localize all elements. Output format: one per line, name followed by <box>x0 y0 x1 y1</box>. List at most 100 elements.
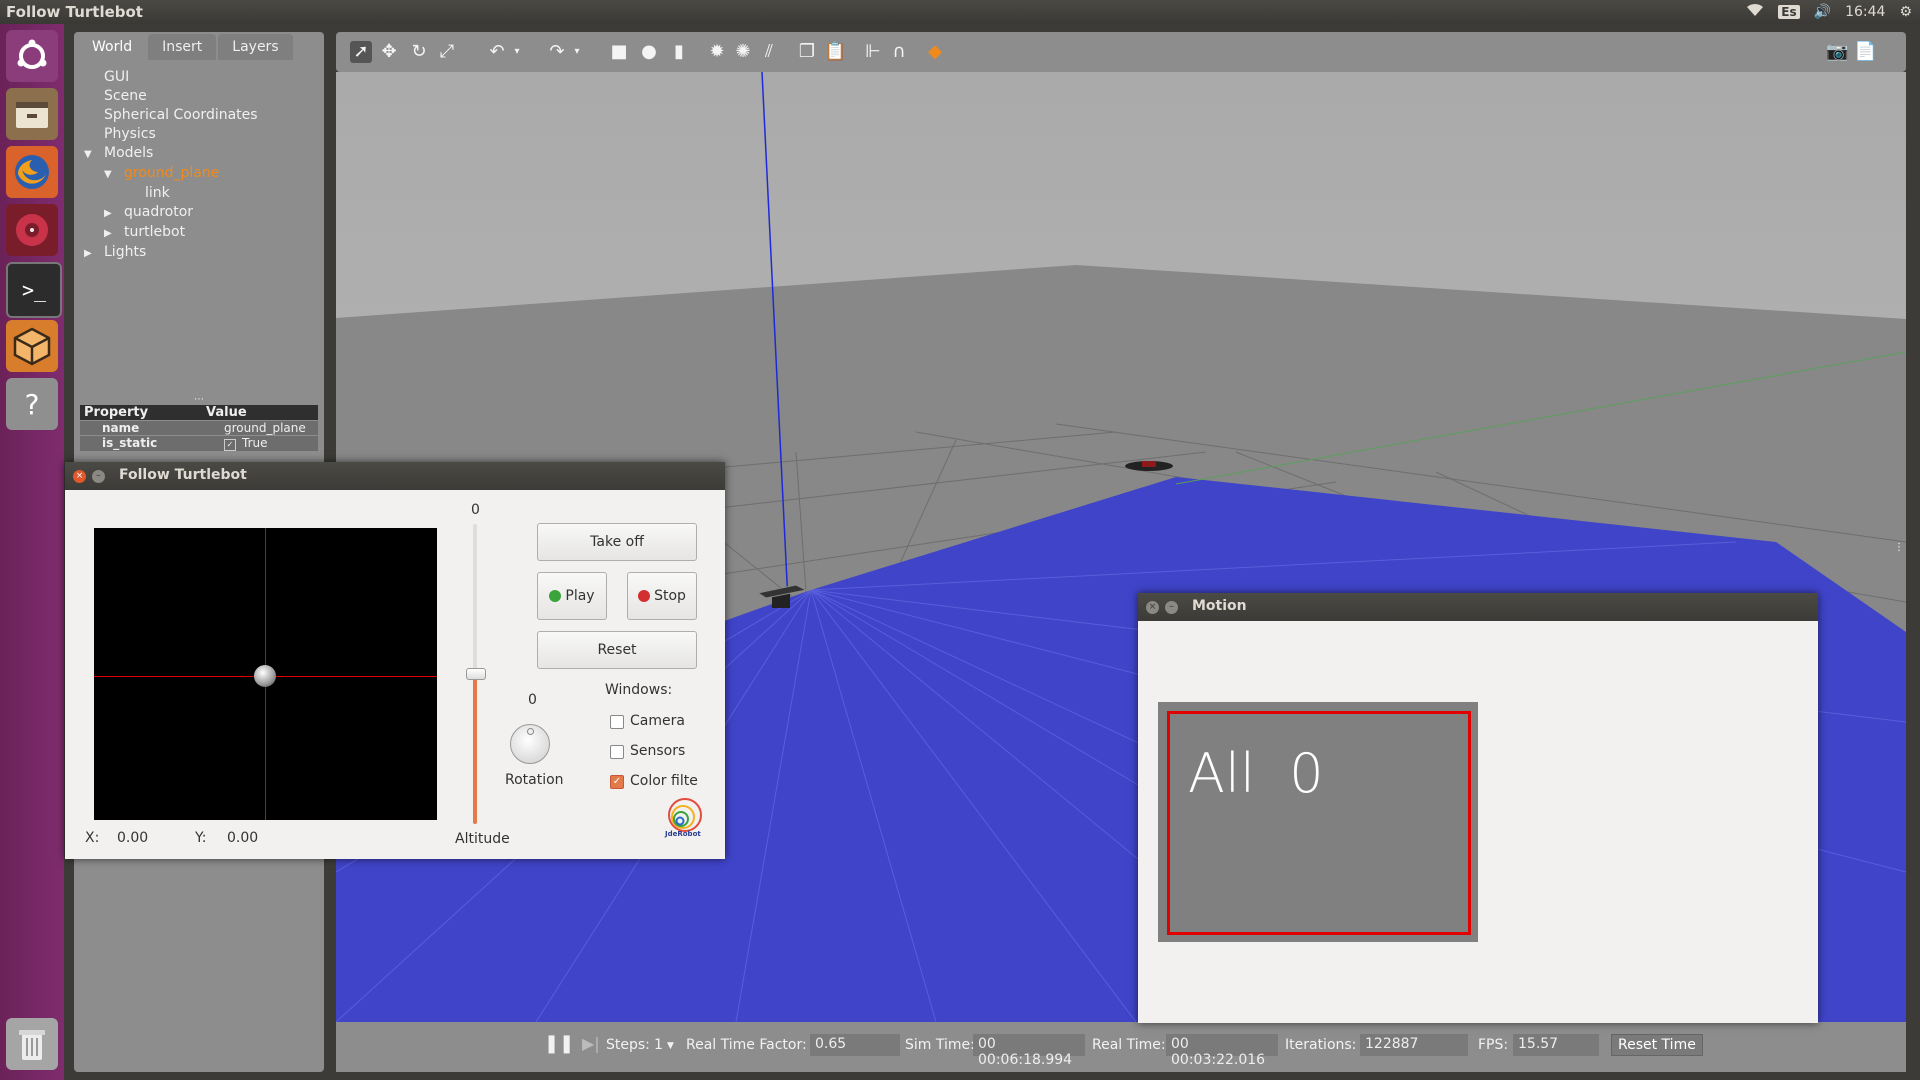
minimize-icon[interactable]: – <box>1165 601 1178 614</box>
translate-mode-icon[interactable]: ✥ <box>378 41 400 63</box>
wifi-icon[interactable] <box>1746 3 1764 21</box>
redo-icon[interactable]: ↷ <box>546 41 568 63</box>
chevron-down-icon[interactable]: ▼ <box>84 145 104 164</box>
chevron-right-icon[interactable]: ▶ <box>104 204 124 223</box>
altitude-value: 0 <box>471 502 480 518</box>
tab-layers[interactable]: Layers <box>218 34 293 60</box>
chevron-right-icon[interactable]: ▶ <box>84 244 104 263</box>
color-filter-checkbox-label[interactable]: Color filte <box>630 773 698 789</box>
value-header: Value <box>206 405 247 420</box>
property-row[interactable]: is_static ✓ True <box>80 435 318 451</box>
reset-time-button[interactable]: Reset Time <box>1611 1034 1703 1056</box>
quadrotor-model[interactable] <box>1125 461 1173 471</box>
property-value[interactable]: ✓ True <box>220 436 318 451</box>
rotation-dial[interactable] <box>510 724 550 764</box>
tree-item-models[interactable]: ▼ Models <box>84 144 258 164</box>
clock[interactable]: 16:44 <box>1845 4 1885 20</box>
tree-item-lights[interactable]: ▶ Lights <box>84 243 258 263</box>
cylinder-shape-icon[interactable]: ▮ <box>668 41 690 63</box>
close-icon[interactable]: × <box>73 470 86 483</box>
minimize-icon[interactable]: – <box>92 470 105 483</box>
tree-item-scene[interactable]: Scene <box>84 87 258 106</box>
window-titlebar[interactable]: × – Motion <box>1138 593 1818 621</box>
tree-item-ground-plane[interactable]: ▼ ground_plane <box>84 164 258 184</box>
camera-checkbox[interactable] <box>610 715 624 729</box>
terminal-icon[interactable]: >_ <box>6 262 62 318</box>
rtf-label: Real Time Factor: <box>686 1037 807 1053</box>
log-icon[interactable]: 📄 <box>1854 41 1876 63</box>
chevron-down-icon[interactable]: ▼ <box>104 165 124 184</box>
chevron-down-icon[interactable]: ▾ <box>566 41 588 63</box>
rotate-mode-icon[interactable]: ↻ <box>408 41 430 63</box>
sensors-checkbox[interactable] <box>610 745 624 759</box>
take-off-button[interactable]: Take off <box>537 523 697 561</box>
y-value: 0.00 <box>227 830 259 846</box>
spot-light-icon[interactable]: ✺ <box>732 41 754 63</box>
select-mode-icon[interactable]: ➚ <box>350 41 372 63</box>
teleop-joystick-pad[interactable] <box>94 528 437 820</box>
steps-value[interactable]: 1 <box>654 1037 663 1053</box>
tree-item-turtlebot[interactable]: ▶ turtlebot <box>84 223 258 243</box>
chevron-right-icon[interactable]: ▶ <box>104 224 124 243</box>
gear-icon[interactable]: ⚙ <box>1899 4 1912 20</box>
joystick-ball[interactable] <box>254 665 276 687</box>
camera-checkbox-label[interactable]: Camera <box>630 713 685 729</box>
directional-light-icon[interactable]: ⫽ <box>758 41 780 63</box>
paste-icon[interactable]: 📋 <box>824 41 846 63</box>
system-tray: Es 🔊 16:44 ⚙ <box>1746 3 1912 21</box>
screenshot-camera-icon[interactable]: 📷 <box>1826 41 1848 63</box>
tree-item-gui[interactable]: GUI <box>84 68 258 87</box>
scale-mode-icon[interactable]: ⤢ <box>436 41 458 63</box>
sensors-checkbox-label[interactable]: Sensors <box>630 743 685 759</box>
undo-icon[interactable]: ↶ <box>486 41 508 63</box>
checkbox-icon[interactable]: ✓ <box>224 439 236 451</box>
align-icon[interactable]: ⊩ <box>862 41 884 63</box>
tree-item-spherical-coordinates[interactable]: Spherical Coordinates <box>84 106 258 125</box>
color-filter-checkbox[interactable]: ✓ <box>610 775 624 789</box>
tree-item-label: Models <box>104 145 154 161</box>
close-icon[interactable]: × <box>1146 601 1159 614</box>
rtf-value: 0.65 <box>810 1034 900 1056</box>
help-icon[interactable]: ? <box>6 378 58 430</box>
window-titlebar[interactable]: × – Follow Turtlebot <box>65 462 725 490</box>
splitter-handle[interactable]: ⋯ <box>194 394 204 405</box>
sphere-shape-icon[interactable]: ● <box>638 41 660 63</box>
tree-item-label: ground_plane <box>124 165 220 181</box>
step-icon[interactable]: ▶| <box>582 1034 600 1053</box>
rotation-label: Rotation <box>505 772 564 788</box>
rhythmbox-icon[interactable] <box>6 204 58 256</box>
stop-button[interactable]: Stop <box>627 572 697 620</box>
copy-icon[interactable]: ❐ <box>796 41 818 63</box>
ubuntu-dash-icon[interactable] <box>6 30 58 82</box>
property-row[interactable]: name ground_plane <box>80 420 318 435</box>
trash-icon[interactable] <box>6 1018 58 1070</box>
property-value[interactable]: ground_plane <box>220 421 318 435</box>
chevron-down-icon[interactable]: ▾ <box>506 41 528 63</box>
point-light-icon[interactable]: ✹ <box>706 41 728 63</box>
change-view-icon[interactable]: ◆ <box>924 41 946 63</box>
play-button[interactable]: Play <box>537 572 607 620</box>
reset-button[interactable]: Reset <box>537 631 697 669</box>
tab-world[interactable]: World <box>78 34 147 60</box>
files-icon[interactable] <box>6 88 58 140</box>
box-shape-icon[interactable]: ■ <box>608 41 630 63</box>
tree-item-link[interactable]: link <box>84 184 258 203</box>
pause-icon[interactable]: ❚❚ <box>544 1033 574 1054</box>
tree-item-physics[interactable]: Physics <box>84 125 258 144</box>
gazebo-icon[interactable] <box>6 320 58 372</box>
splitter-handle[interactable]: ⋮ <box>1894 542 1904 553</box>
volume-icon[interactable]: 🔊 <box>1814 4 1831 20</box>
tab-insert[interactable]: Insert <box>148 34 217 60</box>
real-time-value: 00 00:03:22.016 <box>1166 1034 1278 1068</box>
snap-icon[interactable]: ∩ <box>888 41 910 63</box>
fps-value: 15.57 <box>1513 1034 1599 1056</box>
panel-tabs: World Insert Layers <box>78 34 293 60</box>
altitude-slider-handle[interactable] <box>466 668 486 680</box>
logo-text: JdeRobot <box>665 830 701 838</box>
iterations-label: Iterations: <box>1285 1037 1357 1053</box>
chevron-down-icon[interactable]: ▼ <box>667 1041 674 1051</box>
tree-item-quadrotor[interactable]: ▶ quadrotor <box>84 203 258 223</box>
firefox-icon[interactable] <box>6 146 58 198</box>
keyboard-icon[interactable]: Es <box>1778 5 1800 19</box>
property-table-header: Property Value <box>80 405 318 420</box>
